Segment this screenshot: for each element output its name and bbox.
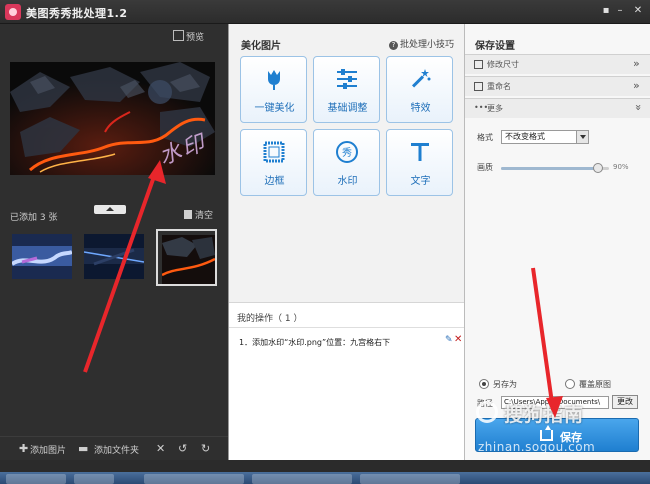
section-label: 更多 [487, 104, 503, 113]
format-select[interactable]: 不改变格式 [501, 130, 589, 144]
radio-save-as[interactable] [479, 379, 489, 389]
minimize-icon[interactable]: – [612, 3, 628, 19]
section-label: 重命名 [487, 82, 511, 91]
collapse-icon: » [631, 104, 645, 111]
quality-label: 画质 [477, 163, 493, 172]
tips-link[interactable]: ? 批处理小技巧 [389, 37, 454, 50]
sliders-icon [337, 69, 357, 89]
add-image-icon: ✚ [19, 442, 29, 455]
frame-icon [263, 141, 285, 163]
add-image-button[interactable]: 添加图片 [30, 443, 66, 456]
tool-one-click-beautify[interactable]: 一键美化 [240, 56, 307, 123]
tool-text[interactable]: 文字 [386, 129, 453, 196]
expand-icon: » [633, 79, 640, 92]
tool-basic-adjust[interactable]: 基础调整 [313, 56, 380, 123]
collapse-tab[interactable] [94, 205, 126, 214]
tool-label: 文字 [410, 176, 431, 187]
operations-panel: 我的操作（ 1 ） 1．添加水印“水印.png”位置：九宫格右下 ✎ ✕ [229, 302, 464, 460]
change-path-button[interactable]: 更改 [612, 395, 638, 409]
tool-label: 特效 [410, 103, 431, 114]
tool-effects[interactable]: 特效 [386, 56, 453, 123]
operations-title: 我的操作（ 1 ） [237, 314, 303, 324]
save-settings-title: 保存设置 [475, 41, 515, 52]
magic-wand-icon [411, 69, 431, 88]
close-icon[interactable]: ✕ [630, 3, 646, 19]
more-icon: ••• [474, 103, 489, 112]
thumbnail-2[interactable] [84, 234, 144, 279]
rename-icon [474, 82, 483, 91]
undo-icon[interactable]: ↺ [178, 442, 187, 455]
taskbar-item[interactable] [144, 474, 244, 484]
operation-item: 1．添加水印“水印.png”位置：九宫格右下 [239, 338, 391, 347]
chevron-down-icon [576, 131, 588, 143]
format-label: 格式 [477, 133, 493, 142]
taskbar [0, 472, 650, 484]
format-value: 不改变格式 [505, 132, 545, 141]
sogou-logo-text: 搜狗指南 [504, 404, 585, 426]
taskbar-item[interactable] [6, 474, 66, 484]
tool-label: 一键美化 [254, 103, 295, 114]
window-title: 美图秀秀批处理1.2 [26, 7, 128, 20]
tool-border[interactable]: 边框 [240, 129, 307, 196]
tulip-icon [268, 70, 280, 90]
preview-icon[interactable] [173, 30, 184, 41]
tips-label: 批处理小技巧 [400, 40, 455, 50]
folder-icon: ▬ [78, 442, 89, 455]
quality-value: 90% [613, 163, 629, 171]
radio-overwrite[interactable] [565, 379, 575, 389]
beautify-title: 美化图片 [241, 41, 281, 52]
taskbar-item[interactable] [252, 474, 352, 484]
left-toolbar: ✚ 添加图片 ▬ 添加文件夹 ✕ ↺ ↻ [0, 436, 228, 460]
clear-button[interactable]: 清空 [184, 208, 213, 221]
text-icon [411, 143, 429, 161]
tool-watermark[interactable]: 秀 水印 [313, 129, 380, 196]
section-label: 修改尺寸 [487, 60, 519, 69]
divider [229, 327, 464, 328]
right-panel: 保存设置 修改尺寸 » 重命名 » ••• 更多 » 格式 不改变格式 画质 9… [464, 24, 650, 460]
taskbar-item[interactable] [74, 474, 114, 484]
left-panel: 预览 水印 已添加 3 张 清空 ✚ 添加图片 ▬ 添加文件夹 ✕ ↺ ↻ [0, 24, 228, 460]
sogou-logo-url: zhinan.sogou.com [478, 440, 596, 454]
quality-knob[interactable] [593, 163, 604, 173]
app-window: 美图秀秀批处理1.2 ▪ – ✕ 预览 水印 已添加 3 张 清空 ✚ 添加图片… [0, 0, 650, 484]
radio-save-as-label: 另存为 [493, 380, 517, 389]
preview-image: 水印 [10, 62, 215, 175]
quality-fill [501, 167, 599, 170]
expand-icon: » [633, 57, 640, 70]
tool-label: 基础调整 [327, 103, 368, 114]
preview-button[interactable]: 预览 [186, 30, 204, 43]
thumbnail-2-art [84, 234, 144, 279]
middle-panel: 美化图片 ? 批处理小技巧 一键美化 基础调整 特效 边框 秀 水印 文字 我的… [228, 24, 464, 460]
app-logo-icon [5, 4, 21, 20]
tool-label: 边框 [264, 176, 285, 187]
quality-slider[interactable] [501, 163, 609, 173]
sogou-logo-icon [476, 401, 498, 423]
thumbnail-3-art [161, 235, 215, 284]
crop-icon [474, 60, 483, 69]
svg-text:秀: 秀 [342, 147, 352, 159]
section-more[interactable]: ••• 更多 » [465, 98, 650, 118]
added-count: 已添加 3 张 [10, 213, 58, 223]
watermark-icon: 秀 [336, 141, 358, 163]
taskbar-item[interactable] [360, 474, 460, 484]
section-rename[interactable]: 重命名 » [465, 76, 650, 96]
delete-icon[interactable]: ✕ [454, 334, 462, 345]
thumbnail-1[interactable] [12, 234, 72, 279]
section-resize[interactable]: 修改尺寸 » [465, 54, 650, 74]
title-bar: 美图秀秀批处理1.2 ▪ – ✕ [0, 0, 650, 24]
trash-icon [184, 210, 192, 219]
redo-icon[interactable]: ↻ [201, 442, 210, 455]
clear-label: 清空 [195, 211, 214, 221]
help-icon: ? [389, 41, 398, 50]
x-icon[interactable]: ✕ [156, 442, 165, 455]
tool-label: 水印 [337, 176, 358, 187]
add-folder-button[interactable]: 添加文件夹 [94, 443, 139, 456]
radio-overwrite-label: 覆盖原图 [579, 380, 611, 389]
thumbnail-3-selected[interactable] [156, 229, 217, 286]
thumbnail-1-art [12, 234, 72, 279]
